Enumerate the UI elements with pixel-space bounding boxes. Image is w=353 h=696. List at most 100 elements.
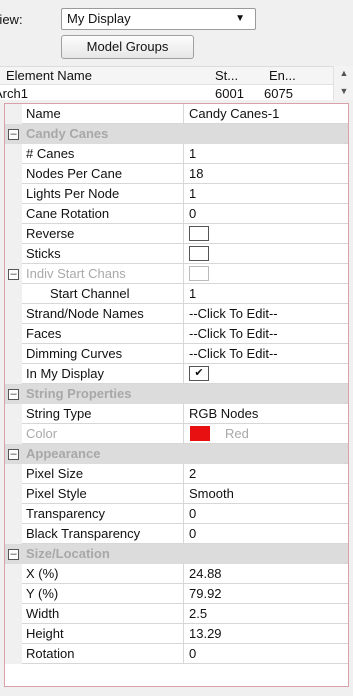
category-candy-canes[interactable]: – Candy Canes (5, 124, 348, 144)
property-row-pixel-size[interactable]: Pixel Size 2 (5, 464, 348, 484)
property-value[interactable]: 18 (184, 164, 348, 184)
collapse-icon[interactable]: – (8, 449, 19, 460)
property-label: Pixel Size (22, 464, 184, 484)
column-header-end[interactable]: En... (269, 68, 296, 83)
row-gutter (5, 584, 22, 604)
collapse-icon[interactable]: – (8, 269, 19, 280)
property-label: Name (22, 104, 184, 124)
row-gutter (5, 284, 22, 304)
reverse-checkbox[interactable] (189, 226, 209, 241)
element-name: Arch1 (0, 86, 28, 101)
property-row-lights-per-node[interactable]: Lights Per Node 1 (5, 184, 348, 204)
collapse-icon[interactable]: – (8, 129, 19, 140)
sticks-checkbox[interactable] (189, 246, 209, 261)
property-value[interactable]: 1 (184, 144, 348, 164)
property-row-color[interactable]: Color Red (5, 424, 348, 444)
color-swatch[interactable] (190, 426, 210, 441)
row-gutter (5, 324, 22, 344)
property-row-indiv-start-chans[interactable]: – Indiv Start Chans (5, 264, 348, 284)
property-value[interactable]: --Click To Edit-- (184, 304, 348, 324)
element-list-header: Element Name St... En... (0, 67, 333, 85)
checkmark-icon: ✔ (194, 367, 204, 379)
property-row-canes[interactable]: # Canes 1 (5, 144, 348, 164)
row-gutter (5, 184, 22, 204)
property-row-transparency[interactable]: Transparency 0 (5, 504, 348, 524)
property-row-height[interactable]: Height 13.29 (5, 624, 348, 644)
property-row-start-channel[interactable]: Start Channel 1 (5, 284, 348, 304)
property-row-cane-rotation[interactable]: Cane Rotation 0 (5, 204, 348, 224)
collapse-icon[interactable]: – (8, 389, 19, 400)
property-label: Y (%) (22, 584, 184, 604)
property-value[interactable]: 0 (184, 644, 348, 664)
property-row-y[interactable]: Y (%) 79.92 (5, 584, 348, 604)
property-value[interactable]: 0 (184, 504, 348, 524)
property-value[interactable]: 24.88 (184, 564, 348, 584)
collapse-icon[interactable]: – (8, 549, 19, 560)
property-value[interactable]: 1 (184, 184, 348, 204)
property-row-strand-node-names[interactable]: Strand/Node Names --Click To Edit-- (5, 304, 348, 324)
property-value[interactable]: --Click To Edit-- (184, 344, 348, 364)
row-gutter (5, 164, 22, 184)
view-dropdown[interactable]: My Display ▼ (61, 8, 256, 30)
category-label: Candy Canes (22, 124, 342, 144)
view-label: View: (0, 12, 23, 27)
property-value[interactable]: 0 (184, 524, 348, 544)
row-gutter (5, 564, 22, 584)
scroll-up-icon[interactable]: ▲ (334, 68, 353, 78)
property-value[interactable]: 2.5 (184, 604, 348, 624)
property-label: Cane Rotation (22, 204, 184, 224)
property-label: Pixel Style (22, 484, 184, 504)
property-row-reverse[interactable]: Reverse (5, 224, 348, 244)
model-groups-button[interactable]: Model Groups (61, 35, 194, 59)
list-item[interactable]: Arch1 6001 6075 (0, 85, 333, 101)
property-value[interactable]: Candy Canes-1 (184, 104, 348, 124)
property-row-in-my-display[interactable]: In My Display ✔ (5, 364, 348, 384)
property-row-dimming-curves[interactable]: Dimming Curves --Click To Edit-- (5, 344, 348, 364)
property-value[interactable]: 1 (184, 284, 348, 304)
property-label: X (%) (22, 564, 184, 584)
column-header-start[interactable]: St... (215, 68, 238, 83)
row-gutter (5, 424, 22, 444)
property-row-pixel-style[interactable]: Pixel Style Smooth (5, 484, 348, 504)
property-value[interactable]: 13.29 (184, 624, 348, 644)
row-gutter (5, 224, 22, 244)
property-label: In My Display (22, 364, 184, 384)
property-row-name[interactable]: Name Candy Canes-1 (5, 104, 348, 124)
row-gutter (5, 304, 22, 324)
property-label: Dimming Curves (22, 344, 184, 364)
row-gutter (5, 244, 22, 264)
column-header-element-name[interactable]: Element Name (6, 68, 92, 83)
property-value[interactable]: --Click To Edit-- (184, 324, 348, 344)
property-value[interactable]: RGB Nodes (184, 404, 348, 424)
property-row-nodes-per-cane[interactable]: Nodes Per Cane 18 (5, 164, 348, 184)
property-label: Start Channel (22, 284, 184, 304)
property-row-black-transparency[interactable]: Black Transparency 0 (5, 524, 348, 544)
property-label: Transparency (22, 504, 184, 524)
property-row-x[interactable]: X (%) 24.88 (5, 564, 348, 584)
property-value[interactable]: 2 (184, 464, 348, 484)
category-size-location[interactable]: – Size/Location (5, 544, 348, 564)
property-value[interactable]: 79.92 (184, 584, 348, 604)
property-value[interactable]: Smooth (184, 484, 348, 504)
row-gutter (5, 364, 22, 384)
element-start: 6001 (215, 86, 244, 101)
property-row-width[interactable]: Width 2.5 (5, 604, 348, 624)
property-row-faces[interactable]: Faces --Click To Edit-- (5, 324, 348, 344)
scroll-down-icon[interactable]: ▼ (334, 86, 353, 96)
property-label: Height (22, 624, 184, 644)
element-list-scrollbar[interactable]: ▲ ▼ (333, 66, 353, 100)
category-label: Size/Location (22, 544, 342, 564)
category-appearance[interactable]: – Appearance (5, 444, 348, 464)
property-label: # Canes (22, 144, 184, 164)
chevron-down-icon: ▼ (235, 13, 245, 24)
property-row-string-type[interactable]: String Type RGB Nodes (5, 404, 348, 424)
property-label: String Type (22, 404, 184, 424)
in-my-display-checkbox[interactable]: ✔ (189, 366, 209, 381)
row-gutter (5, 624, 22, 644)
property-row-rotation[interactable]: Rotation 0 (5, 644, 348, 664)
indiv-start-chans-checkbox[interactable] (189, 266, 209, 281)
category-string-properties[interactable]: – String Properties (5, 384, 348, 404)
property-value[interactable]: 0 (184, 204, 348, 224)
property-row-sticks[interactable]: Sticks (5, 244, 348, 264)
row-gutter: – (5, 264, 22, 284)
